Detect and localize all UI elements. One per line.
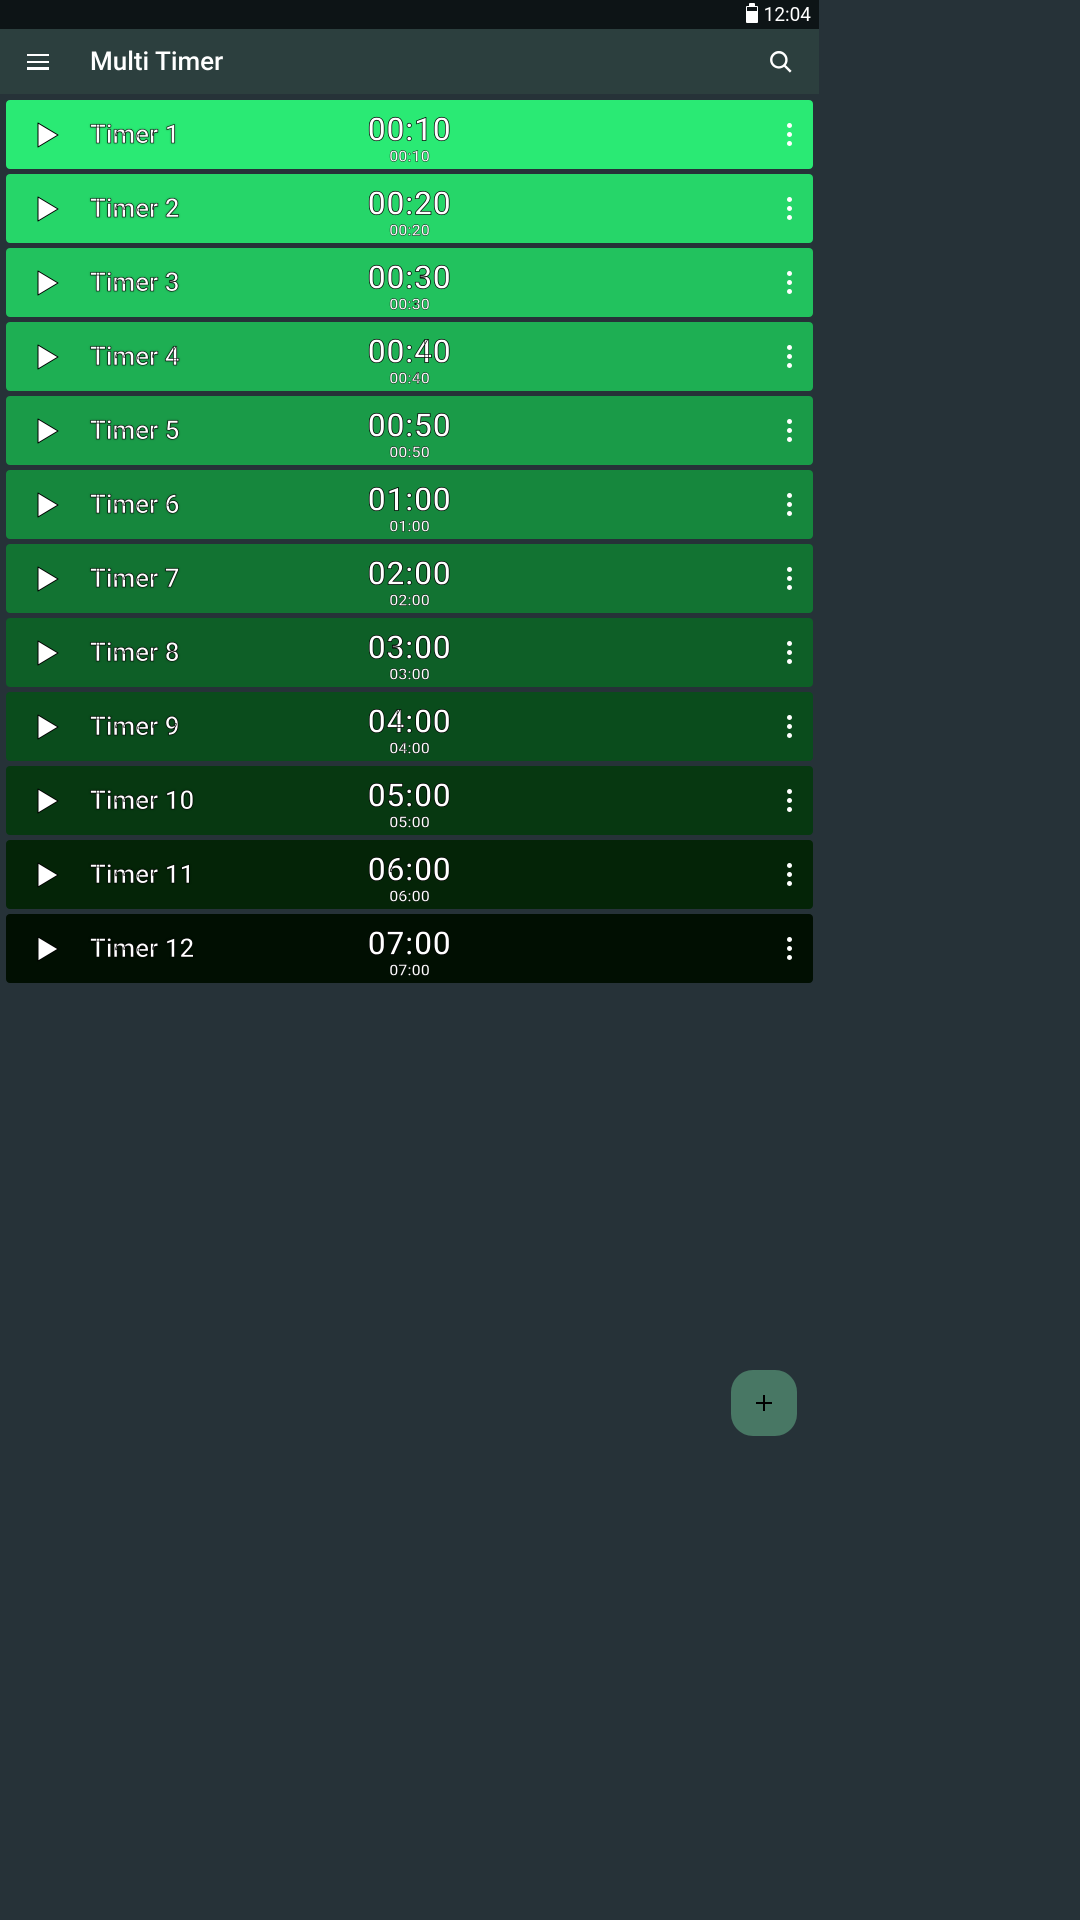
time-display: 00:20 00:20 [6, 184, 813, 239]
menu-icon [27, 54, 49, 70]
time-sub: 06:00 [389, 886, 430, 905]
time-main: 00:30 [368, 258, 452, 296]
timer-row[interactable]: Timer 5 00:50 00:50 [6, 396, 813, 465]
time-sub: 01:00 [389, 516, 430, 535]
time-main: 04:00 [368, 702, 452, 740]
time-main: 03:00 [368, 628, 452, 666]
time-main: 00:50 [368, 406, 452, 444]
time-sub: 00:10 [389, 146, 430, 165]
time-sub: 00:20 [389, 220, 430, 239]
menu-button[interactable] [18, 42, 58, 82]
timer-row[interactable]: Timer 12 07:00 07:00 [6, 914, 813, 983]
time-display: 06:00 06:00 [6, 850, 813, 905]
time-sub: 03:00 [389, 664, 430, 683]
timer-row[interactable]: Timer 3 00:30 00:30 [6, 248, 813, 317]
search-button[interactable] [761, 42, 801, 82]
time-sub: 00:40 [389, 368, 430, 387]
timer-list: Timer 1 00:10 00:10 Timer 2 00:20 00:20 [0, 94, 819, 989]
time-display: 04:00 04:00 [6, 702, 813, 757]
time-main: 07:00 [368, 924, 452, 962]
time-sub: 02:00 [389, 590, 430, 609]
time-display: 05:00 05:00 [6, 776, 813, 831]
time-display: 02:00 02:00 [6, 554, 813, 609]
timer-row[interactable]: Timer 4 00:40 00:40 [6, 322, 813, 391]
time-display: 01:00 01:00 [6, 480, 813, 535]
time-display: 07:00 07:00 [6, 924, 813, 979]
timer-row[interactable]: Timer 11 06:00 06:00 [6, 840, 813, 909]
status-time: 12:04 [764, 3, 811, 26]
time-display: 00:30 00:30 [6, 258, 813, 313]
time-main: 00:10 [368, 110, 452, 148]
time-display: 00:10 00:10 [6, 110, 813, 165]
time-main: 02:00 [368, 554, 452, 592]
app-bar: Multi Timer [0, 29, 819, 94]
timer-row[interactable]: Timer 7 02:00 02:00 [6, 544, 813, 613]
add-button[interactable] [731, 1370, 797, 1436]
time-sub: 00:50 [389, 442, 430, 461]
time-sub: 00:30 [389, 294, 430, 313]
app-title: Multi Timer [90, 47, 223, 77]
timer-row[interactable]: Timer 9 04:00 04:00 [6, 692, 813, 761]
time-main: 06:00 [368, 850, 452, 888]
timer-row[interactable]: Timer 6 01:00 01:00 [6, 470, 813, 539]
time-display: 00:50 00:50 [6, 406, 813, 461]
timer-row[interactable]: Timer 2 00:20 00:20 [6, 174, 813, 243]
time-sub: 05:00 [389, 812, 430, 831]
timer-row[interactable]: Timer 8 03:00 03:00 [6, 618, 813, 687]
time-main: 00:20 [368, 184, 452, 222]
timer-row[interactable]: Timer 1 00:10 00:10 [6, 100, 813, 169]
time-main: 00:40 [368, 332, 452, 370]
status-bar: 12:04 [0, 0, 819, 29]
battery-icon [746, 6, 758, 23]
timer-row[interactable]: Timer 10 05:00 05:00 [6, 766, 813, 835]
time-display: 00:40 00:40 [6, 332, 813, 387]
search-icon [768, 49, 794, 75]
time-sub: 07:00 [389, 960, 430, 979]
time-display: 03:00 03:00 [6, 628, 813, 683]
time-main: 01:00 [368, 480, 452, 518]
time-main: 05:00 [368, 776, 452, 814]
plus-icon [752, 1391, 776, 1415]
time-sub: 04:00 [389, 738, 430, 757]
